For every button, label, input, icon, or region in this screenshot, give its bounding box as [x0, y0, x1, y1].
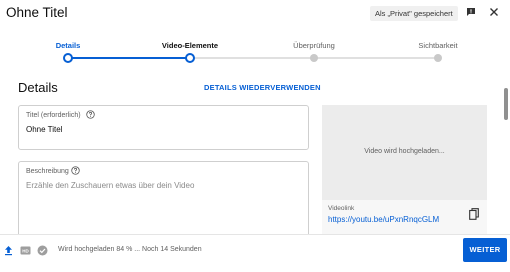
- section-title: Details: [18, 80, 58, 95]
- video-link-panel: Videolink https://youtu.be/uPxnRnqcGLM: [322, 200, 487, 238]
- help-icon[interactable]: [86, 110, 95, 119]
- video-link-label: Videolink: [328, 205, 355, 212]
- upload-preview-status: Video wird hochgeladen...: [364, 148, 445, 155]
- title-field-label: Titel (erforderlich): [26, 112, 81, 119]
- progress-stepper: Details Video-Elemente Überprüfung Sicht…: [0, 34, 510, 68]
- copy-icon[interactable]: [469, 208, 479, 220]
- dialog-header: Ohne Titel Als „Privat" gespeichert: [0, 0, 510, 28]
- step-dot-details[interactable]: [63, 53, 73, 63]
- step-dot-video-elements[interactable]: [185, 53, 195, 63]
- video-preview: Video wird hochgeladen...: [322, 105, 487, 200]
- step-label-visibility[interactable]: Sichtbarkeit: [418, 41, 457, 50]
- dialog-title: Ohne Titel: [6, 5, 68, 20]
- title-field[interactable]: Titel (erforderlich) Ohne Titel: [18, 105, 309, 150]
- hd-icon: HD: [20, 246, 31, 255]
- upload-status-text: Wird hochgeladen 84 % ... Noch 14 Sekund…: [58, 246, 202, 253]
- description-input[interactable]: Erzähle den Zuschauern etwas über dein V…: [26, 181, 194, 190]
- next-button[interactable]: WEITER: [463, 238, 507, 262]
- step-dot-review[interactable]: [310, 54, 318, 62]
- description-field[interactable]: Beschreibung Erzähle den Zuschauern etwa…: [18, 161, 309, 238]
- scrollbar-thumb[interactable]: [504, 88, 508, 120]
- description-field-label: Beschreibung: [26, 168, 69, 175]
- title-input[interactable]: Ohne Titel: [26, 125, 62, 134]
- dialog-footer: HD Wird hochgeladen 84 % ... Noch 14 Sek…: [0, 234, 510, 272]
- step-label-video-elements[interactable]: Video-Elemente: [162, 41, 218, 50]
- saved-status-badge: Als „Privat" gespeichert: [370, 6, 458, 21]
- help-icon[interactable]: [71, 166, 80, 175]
- reuse-details-button[interactable]: DETAILS WIEDERVERWENDEN: [204, 83, 321, 92]
- step-label-details[interactable]: Details: [56, 41, 81, 50]
- close-icon[interactable]: [489, 7, 499, 17]
- step-connector: [68, 57, 190, 59]
- step-label-review[interactable]: Überprüfung: [293, 41, 335, 50]
- video-link[interactable]: https://youtu.be/uPxnRnqcGLM: [328, 215, 439, 224]
- feedback-icon[interactable]: [466, 7, 476, 17]
- check-icon: [37, 245, 48, 256]
- step-dot-visibility[interactable]: [434, 54, 442, 62]
- upload-icon: [5, 246, 12, 256]
- svg-text:HD: HD: [22, 248, 29, 253]
